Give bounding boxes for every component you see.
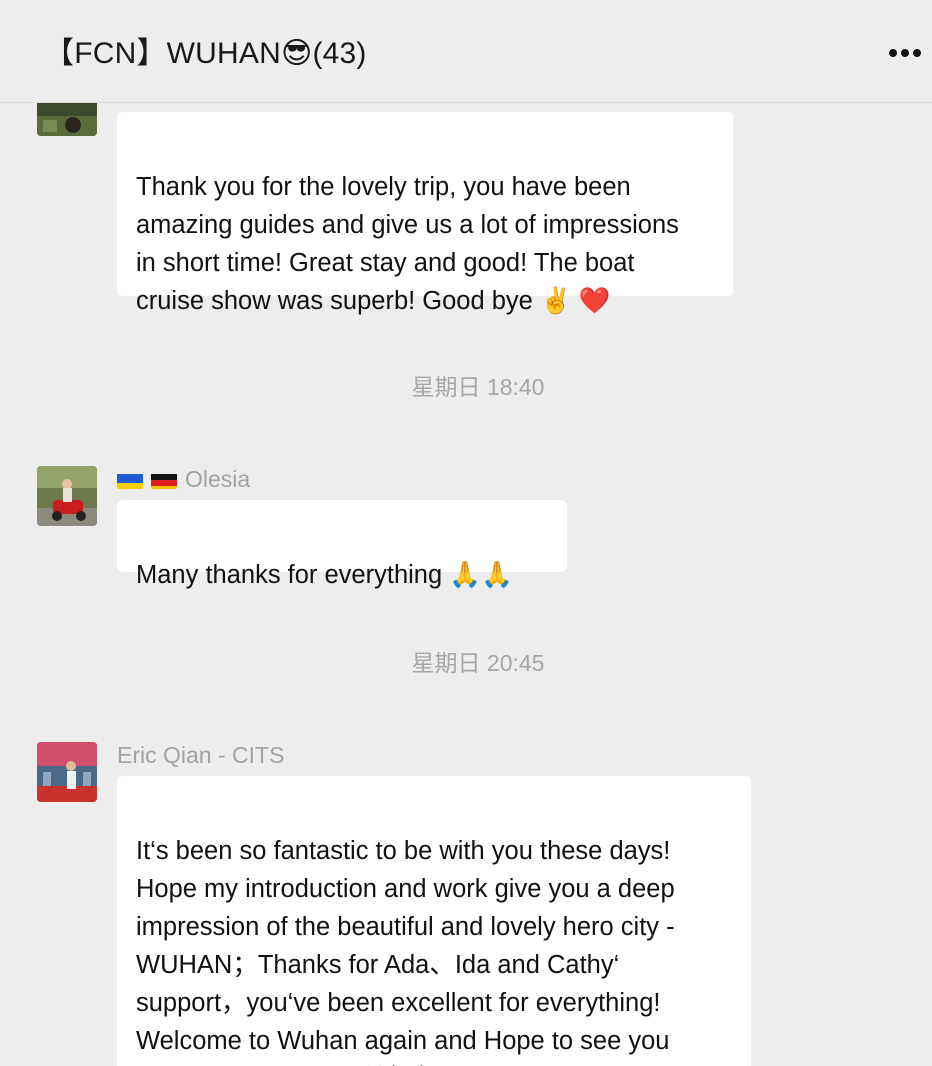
germany-flag-icon: [151, 471, 177, 489]
sender-name-label: Olesia: [185, 466, 251, 492]
message-text: It‘s been so fantastic to be with you th…: [136, 837, 675, 1066]
message-bubble[interactable]: It‘s been so fantastic to be with you th…: [117, 776, 751, 1066]
avatar[interactable]: [37, 742, 97, 802]
chat-window: 【FCN】WUHAN😎(43) Thank you for the lovely…: [0, 0, 932, 1066]
message-bubble[interactable]: Thank you for the lovely trip, you have …: [117, 112, 733, 315]
ukraine-flag-icon: [117, 471, 143, 489]
more-options-button[interactable]: [886, 34, 926, 70]
message-bubble[interactable]: Many thanks for everything 🙏🙏: [117, 500, 567, 589]
timestamp: 星期日 18:40: [411, 374, 545, 400]
message-text: Many thanks for everything 🙏🙏: [136, 561, 513, 589]
sender-name: Olesia: [117, 466, 250, 493]
timestamp: 星期日 20:45: [411, 650, 545, 676]
chat-header: 【FCN】WUHAN😎(43): [0, 0, 932, 103]
sender-name: Eric Qian - CITS: [117, 742, 285, 768]
avatar[interactable]: [37, 466, 97, 526]
message-text: Thank you for the lovely trip, you have …: [136, 173, 679, 315]
chat-title[interactable]: 【FCN】WUHAN😎(43): [44, 28, 367, 72]
more-horizontal-icon: [889, 49, 897, 57]
